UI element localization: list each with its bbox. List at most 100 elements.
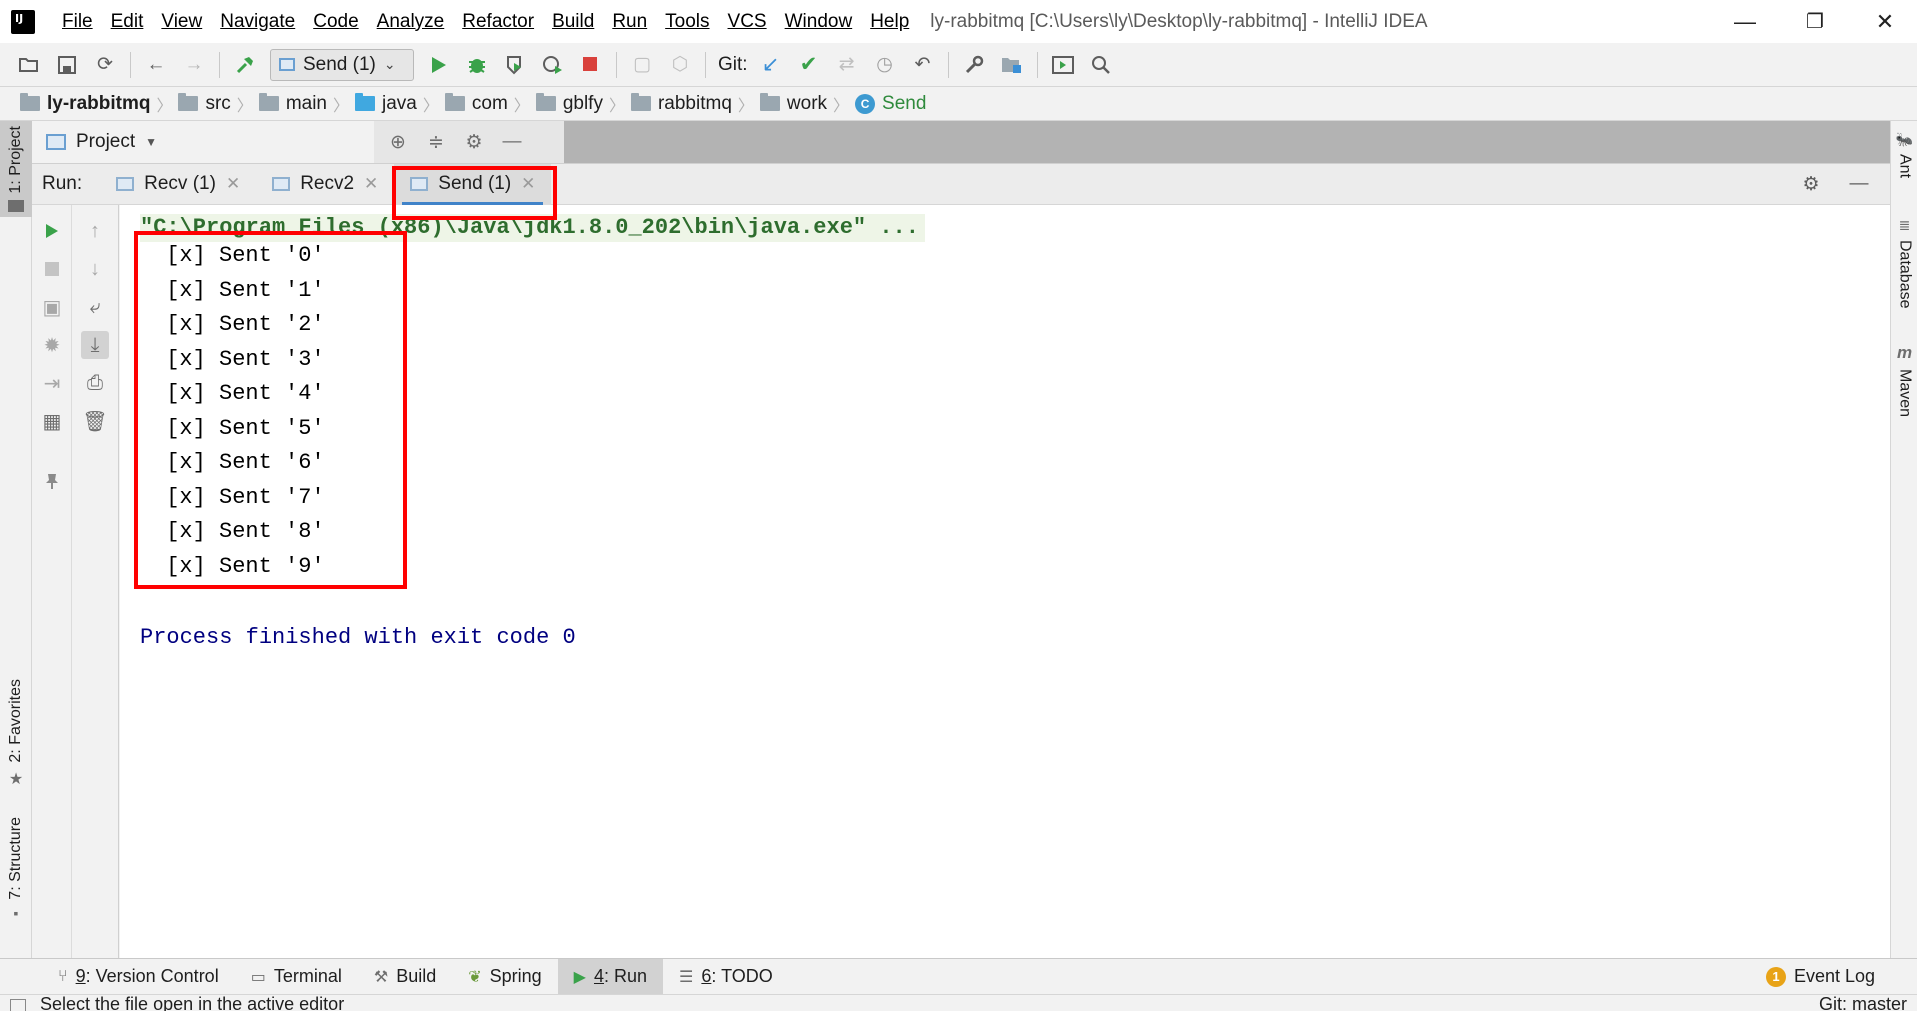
package-icon xyxy=(444,93,465,111)
hide-panel-icon[interactable]: — xyxy=(1845,170,1873,198)
git-update-icon[interactable]: ↙ xyxy=(757,51,785,79)
event-log-button[interactable]: 1 Event Log xyxy=(1765,966,1917,987)
breadcrumb-separator: 〉 xyxy=(513,97,530,115)
debug-bug-icon[interactable] xyxy=(463,51,491,79)
git-branch-widget[interactable]: Git: master xyxy=(1819,995,1907,1011)
close-icon[interactable]: ✕ xyxy=(521,174,535,194)
print-icon[interactable]: ⎙ xyxy=(81,369,109,397)
project-panel-title: Project xyxy=(76,131,136,152)
module-folder-icon xyxy=(20,93,40,111)
locate-crosshair-icon[interactable]: ⊕ xyxy=(384,128,412,156)
git-commit-icon[interactable]: ✔ xyxy=(795,51,823,79)
toggle-tool-windows-icon[interactable] xyxy=(10,999,26,1011)
attach-debugger-icon[interactable]: ▢ xyxy=(628,51,656,79)
breadcrumb-separator: 〉 xyxy=(236,97,253,115)
database-tool-tab[interactable]: ≣ Database xyxy=(1891,217,1917,309)
toolbar-divider xyxy=(130,51,131,78)
back-arrow-icon[interactable]: ← xyxy=(142,51,170,79)
build-tab[interactable]: ⚒ Build xyxy=(358,959,452,994)
bug-settings-icon[interactable]: ✹ xyxy=(38,331,66,359)
breadcrumb-item[interactable]: main xyxy=(253,93,333,115)
maven-icon: m xyxy=(1896,343,1913,362)
menu-vcs[interactable]: VCS xyxy=(719,11,776,33)
project-tool-tab[interactable]: 1: Project xyxy=(0,121,32,217)
structure-tool-tab[interactable]: 7: Structure ▪ xyxy=(0,809,32,929)
version-control-tab[interactable]: ⑂ 9: Version Control xyxy=(42,959,235,994)
hide-panel-icon[interactable]: — xyxy=(498,128,526,156)
git-history-icon[interactable]: ◷ xyxy=(871,51,899,79)
run-with-coverage-icon[interactable] xyxy=(501,51,529,79)
breadcrumb-item[interactable]: com xyxy=(439,93,514,115)
menu-refactor[interactable]: Refactor xyxy=(453,11,543,33)
breadcrumb-item[interactable]: java xyxy=(349,93,423,115)
menu-navigate[interactable]: Navigate xyxy=(211,11,304,33)
forward-arrow-icon[interactable]: → xyxy=(180,51,208,79)
rollback-icon[interactable]: ↶ xyxy=(909,51,937,79)
terminal-tab[interactable]: ▭ Terminal xyxy=(235,959,358,994)
profile-icon[interactable] xyxy=(539,51,567,79)
arrow-down-icon[interactable]: ↓ xyxy=(81,255,109,283)
breadcrumb-item[interactable]: src xyxy=(172,93,236,115)
run-icon[interactable] xyxy=(425,51,453,79)
gear-icon[interactable]: ⚙ xyxy=(1797,170,1825,198)
minimize-button[interactable]: — xyxy=(1710,0,1780,43)
console-line: [x] Sent '7' xyxy=(153,485,325,510)
menu-edit[interactable]: Edit xyxy=(102,11,153,33)
trash-icon[interactable]: 🗑 xyxy=(81,407,109,435)
open-folder-icon[interactable] xyxy=(15,51,43,79)
save-icon[interactable] xyxy=(53,51,81,79)
gear-icon[interactable]: ⚙ xyxy=(460,128,488,156)
run-tab-recv-1[interactable]: Recv (1) ✕ xyxy=(100,164,256,205)
maven-tool-tab[interactable]: m Maven xyxy=(1891,343,1917,417)
menu-analyze[interactable]: Analyze xyxy=(368,11,454,33)
menu-tools[interactable]: Tools xyxy=(656,11,718,33)
console-line: [x] Sent '0' xyxy=(153,243,325,268)
soft-wrap-icon[interactable]: ⤶ xyxy=(81,293,109,321)
run-tab-recv2[interactable]: Recv2 ✕ xyxy=(256,164,394,205)
project-structure-icon[interactable] xyxy=(998,51,1026,79)
todo-tab[interactable]: ☰ 6: TODO xyxy=(663,959,789,994)
git-compare-icon[interactable]: ⇄ xyxy=(833,51,861,79)
rerun-icon[interactable] xyxy=(38,217,66,245)
sync-icon[interactable]: ⟳ xyxy=(91,51,119,79)
menu-run[interactable]: Run xyxy=(603,11,656,33)
camera-icon[interactable]: ▣ xyxy=(38,293,66,321)
restore-button[interactable]: ❐ xyxy=(1780,0,1850,43)
arrow-up-icon[interactable]: ↑ xyxy=(81,217,109,245)
settings-wrench-icon[interactable] xyxy=(960,51,988,79)
layout-icon[interactable]: ▦ xyxy=(38,407,66,435)
breadcrumb-item[interactable]: C Send xyxy=(849,93,932,115)
scroll-to-end-icon[interactable]: ⤓ xyxy=(81,331,109,359)
breadcrumb-item[interactable]: gblfy xyxy=(530,93,609,115)
menu-file[interactable]: File xyxy=(53,11,102,33)
star-icon: ★ xyxy=(8,770,24,788)
ant-tool-tab[interactable]: 🐜 Ant xyxy=(1891,131,1917,178)
menu-build[interactable]: Build xyxy=(543,11,603,33)
breadcrumb-item[interactable]: rabbitmq xyxy=(625,93,738,115)
build-hammer-icon[interactable] xyxy=(231,51,259,79)
deploy-icon[interactable]: ⬡ xyxy=(666,51,694,79)
favorites-tool-tab[interactable]: 2: Favorites ★ xyxy=(0,679,32,789)
spring-tab[interactable]: ❦ Spring xyxy=(452,959,557,994)
close-icon[interactable]: ✕ xyxy=(364,174,378,194)
search-icon[interactable] xyxy=(1087,51,1115,79)
collapse-all-icon[interactable]: ≑ xyxy=(422,128,450,156)
console-output[interactable]: "C:\Program Files (x86)\Java\jdk1.8.0_20… xyxy=(120,205,1890,958)
close-window-button[interactable]: ✕ xyxy=(1850,0,1917,43)
close-icon[interactable]: ✕ xyxy=(226,174,240,194)
run-anything-icon[interactable] xyxy=(1049,51,1077,79)
breadcrumb-item[interactable]: ly-rabbitmq xyxy=(14,93,156,115)
stop-icon[interactable] xyxy=(577,51,605,79)
breadcrumb-item[interactable]: work xyxy=(754,93,833,115)
project-view-selector[interactable]: Project ▼ xyxy=(32,131,374,153)
run-tab-send-1[interactable]: Send (1) ✕ xyxy=(394,163,552,205)
exit-icon[interactable]: ⇥ xyxy=(38,369,66,397)
stop-icon[interactable] xyxy=(38,255,66,283)
run-tab[interactable]: ▶ 4: Run xyxy=(557,959,664,994)
menu-view[interactable]: View xyxy=(152,11,211,33)
menu-help[interactable]: Help xyxy=(861,11,918,33)
menu-window[interactable]: Window xyxy=(776,11,862,33)
run-configuration-select[interactable]: Send (1) ⌄ xyxy=(270,48,414,81)
pin-icon[interactable] xyxy=(38,467,66,495)
menu-code[interactable]: Code xyxy=(304,11,367,33)
